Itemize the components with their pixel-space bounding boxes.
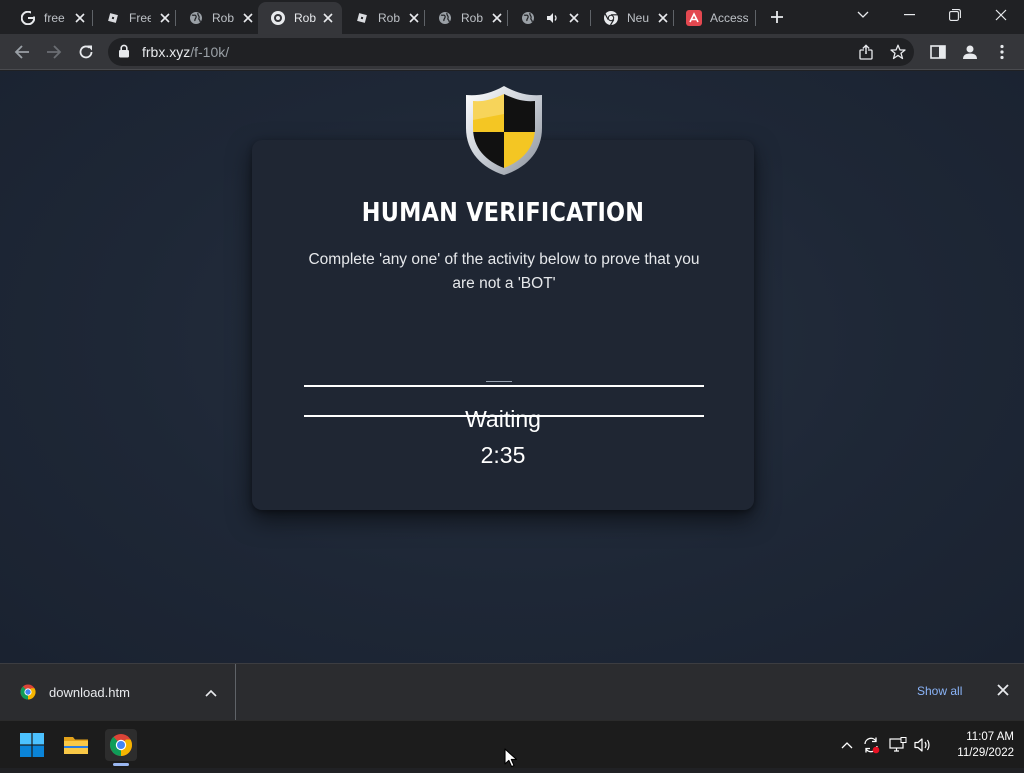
- globe-icon: [520, 10, 536, 26]
- active-app-indicator: [113, 763, 129, 766]
- show-all-link[interactable]: Show all: [917, 684, 962, 698]
- tab-8[interactable]: Neu: [591, 4, 679, 32]
- tab-title: Rob: [294, 11, 316, 25]
- mouse-pointer-icon: [504, 748, 518, 773]
- tab-strip: free Free Rob Rob Rob Rob Neu Access: [0, 0, 1024, 34]
- file-explorer-icon[interactable]: [60, 729, 92, 761]
- close-tab-icon[interactable]: [406, 10, 422, 26]
- tab-title: Rob: [212, 11, 234, 25]
- network-icon[interactable]: [888, 735, 908, 755]
- tab-2[interactable]: Free: [93, 4, 181, 32]
- chrome-taskbar-icon[interactable]: [105, 729, 137, 761]
- tab-separator: [755, 10, 756, 26]
- side-panel-icon[interactable]: [926, 40, 950, 64]
- divider-line: [304, 385, 704, 387]
- tab-title: Rob: [461, 11, 483, 25]
- tab-search-chevron-icon[interactable]: [840, 0, 886, 30]
- tab-1[interactable]: free: [8, 4, 96, 32]
- tab-title: Free: [129, 11, 151, 25]
- shield-icon: [462, 84, 546, 176]
- close-tab-icon[interactable]: [322, 10, 334, 26]
- minimize-icon[interactable]: [886, 0, 932, 30]
- tab-6[interactable]: Rob: [425, 4, 513, 32]
- tab-title: Access: [710, 11, 748, 25]
- close-tab-icon[interactable]: [489, 10, 505, 26]
- chevron-up-icon[interactable]: [205, 684, 217, 702]
- chevron-up-tray-icon[interactable]: [837, 735, 857, 755]
- chrome-file-icon: [20, 684, 36, 705]
- status-text: Waiting: [465, 406, 541, 432]
- url-domain: frbx.xyz: [142, 44, 191, 60]
- address-bar[interactable]: frbx.xyz/f-10k/: [108, 38, 914, 66]
- reload-icon[interactable]: [74, 40, 98, 64]
- roblox-icon: [105, 10, 121, 26]
- roblox-icon: [354, 10, 370, 26]
- browser-toolbar: frbx.xyz/f-10k/: [0, 34, 1024, 70]
- close-tab-icon[interactable]: [240, 10, 256, 26]
- back-arrow-icon[interactable]: [10, 40, 34, 64]
- new-tab-plus-icon[interactable]: [765, 5, 789, 29]
- close-icon[interactable]: [997, 683, 1009, 701]
- menu-kebab-icon[interactable]: [990, 40, 1014, 64]
- tab-9[interactable]: Access: [674, 4, 756, 32]
- download-bar: download.htm Show all: [0, 663, 1024, 720]
- tab-4-active[interactable]: Rob: [258, 2, 342, 34]
- windows-start-icon[interactable]: [16, 729, 48, 761]
- tab-5[interactable]: Rob: [342, 4, 430, 32]
- globe-icon: [188, 10, 204, 26]
- adobe-icon: [686, 10, 702, 26]
- page-title: HUMAN VERIFICATION: [361, 198, 645, 228]
- google-icon: [20, 10, 36, 26]
- close-window-icon[interactable]: [978, 0, 1024, 30]
- chrome-icon: [603, 10, 619, 26]
- tab-title: Rob: [378, 11, 400, 25]
- countdown-timer: 2:35: [480, 442, 526, 468]
- close-tab-icon[interactable]: [157, 10, 173, 26]
- system-clock[interactable]: 11:07 AM 11/29/2022: [940, 729, 1014, 761]
- roblox-circle-icon: [270, 10, 286, 26]
- tab-3[interactable]: Rob: [176, 4, 264, 32]
- volume-icon[interactable]: [913, 735, 933, 755]
- forward-arrow-icon[interactable]: [42, 40, 66, 64]
- tab-title: Neu: [627, 11, 649, 25]
- download-filename: download.htm: [49, 685, 130, 700]
- lock-icon[interactable]: [118, 44, 130, 63]
- profile-avatar-icon[interactable]: [958, 40, 982, 64]
- clock-date: 11/29/2022: [957, 747, 1014, 759]
- share-icon[interactable]: [854, 40, 878, 64]
- speaker-icon[interactable]: [546, 12, 560, 24]
- sync-alert-icon[interactable]: [861, 735, 881, 755]
- clock-time: 11:07 AM: [966, 731, 1014, 743]
- page-description: Complete 'any one' of the activity below…: [308, 251, 700, 292]
- close-tab-icon[interactable]: [72, 10, 88, 26]
- short-divider: [486, 381, 512, 382]
- tab-title: free: [44, 11, 65, 25]
- tab-7[interactable]: [508, 4, 590, 32]
- close-tab-icon[interactable]: [655, 10, 671, 26]
- globe-icon: [437, 10, 453, 26]
- restore-icon[interactable]: [932, 0, 978, 30]
- close-tab-icon[interactable]: [566, 10, 582, 26]
- url-path: /f-10k/: [190, 44, 230, 60]
- download-item[interactable]: download.htm: [0, 664, 236, 720]
- bookmark-star-icon[interactable]: [886, 40, 910, 64]
- url-text[interactable]: frbx.xyz/f-10k/: [142, 44, 229, 60]
